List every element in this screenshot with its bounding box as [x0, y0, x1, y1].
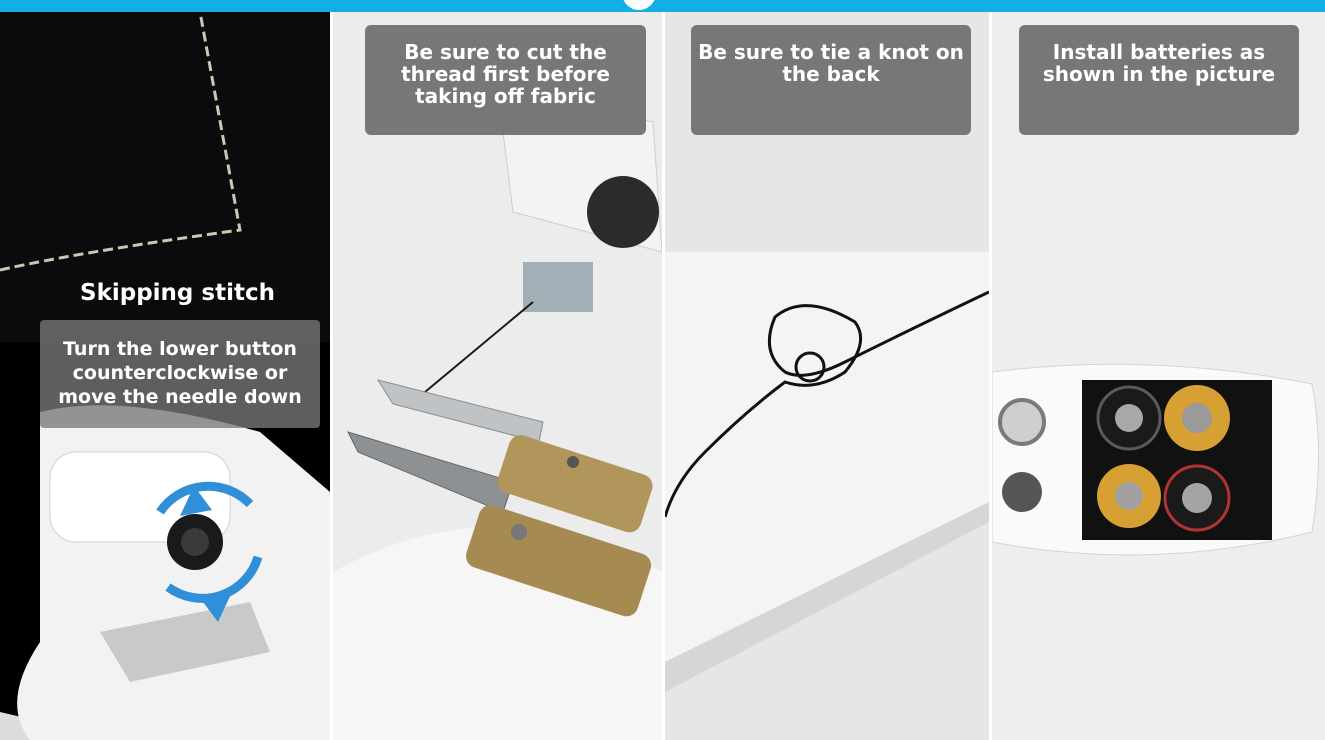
- tie-knot-caption: Be sure to tie a knot on the back: [691, 25, 971, 135]
- panel-skipping-stitch: Skipping stitch Turn the lower button co…: [0, 12, 330, 740]
- caption-line: Be sure to cut the: [404, 40, 607, 64]
- caption-line: Be sure to tie a knot on: [698, 40, 964, 64]
- cut-thread-caption: Be sure to cut the thread first before t…: [365, 25, 646, 135]
- skipping-stitch-label: Skipping stitch: [80, 280, 275, 306]
- top-accent-bar: [0, 0, 1325, 12]
- instruction-line: move the needle down: [58, 386, 302, 408]
- panel-cut-thread: Be sure to cut the thread first before t…: [333, 12, 662, 740]
- instruction-line: Turn the lower button: [63, 338, 297, 360]
- instruction-line: counterclockwise or: [72, 362, 288, 384]
- panel-install-batteries: Install batteries as shown in the pictur…: [992, 12, 1325, 740]
- top-bar-notch: [622, 0, 656, 10]
- panel-tie-knot: Be sure to tie a knot on the back: [665, 12, 989, 740]
- turn-button-instruction: Turn the lower button counterclockwise o…: [40, 320, 320, 428]
- caption-line: the back: [782, 62, 880, 86]
- caption-line: Install batteries as: [1052, 40, 1266, 64]
- caption-line: thread first before: [401, 62, 610, 86]
- caption-line: shown in the picture: [1042, 62, 1276, 86]
- caption-line: taking off fabric: [415, 84, 596, 108]
- install-batteries-caption: Install batteries as shown in the pictur…: [1019, 25, 1299, 135]
